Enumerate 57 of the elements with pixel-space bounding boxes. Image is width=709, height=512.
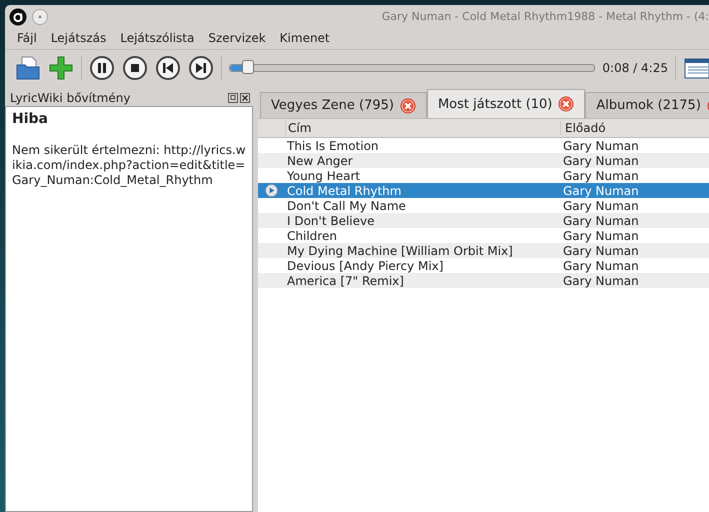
title-cell-text: America [7" Remix] — [286, 274, 405, 288]
track-row[interactable]: Devious [Andy Piercy Mix] Gary Numan — [258, 258, 709, 273]
track-row[interactable]: Young Heart Gary Numan — [258, 168, 709, 183]
column-header[interactable]: Cím — [285, 121, 560, 135]
track-row[interactable]: I Don't Believe Gary Numan — [258, 213, 709, 228]
track-row[interactable]: New Anger Gary Numan — [258, 153, 709, 168]
artist-cell-text: Gary Numan — [562, 274, 640, 288]
title-cell-text: Young Heart — [286, 168, 362, 182]
artist-cell-text: Gary Numan — [562, 154, 640, 168]
track-row[interactable]: America [7" Remix] Gary Numan — [258, 273, 709, 288]
artist-cell-text: Gary Numan — [562, 184, 640, 198]
playlist-tab[interactable]: Most játszott (10) — [426, 89, 586, 118]
artist-cell-text: Gary Numan — [562, 138, 640, 152]
track-row[interactable]: Children Gary Numan — [258, 228, 709, 243]
artist-cell-text: Gary Numan — [562, 228, 640, 242]
menu-item[interactable]: Fájl — [17, 31, 37, 45]
artist-cell-text: Gary Numan — [562, 244, 640, 258]
title-cell-text: Don't Call My Name — [286, 198, 407, 212]
artist-cell-text: Gary Numan — [562, 258, 640, 272]
artist-cell-text: Gary Numan — [562, 214, 640, 228]
pause-icon[interactable] — [89, 55, 115, 81]
float-icon[interactable] — [228, 92, 238, 102]
play-icon — [265, 184, 278, 197]
track-row[interactable]: Cold Metal Rhythm Gary Numan — [258, 183, 709, 198]
title-cell-text: I Don't Believe — [286, 214, 376, 228]
artist-cell-text: Gary Numan — [562, 168, 640, 182]
add-icon[interactable] — [48, 55, 74, 81]
title-cell-text: Devious [Andy Piercy Mix] — [286, 258, 444, 272]
menu-item[interactable]: Lejátszólista — [120, 31, 194, 45]
app-logo-icon[interactable] — [9, 8, 27, 26]
playlist-tab[interactable]: Albumok (2175) — [585, 92, 709, 118]
artist-cell-text: Gary Numan — [562, 198, 640, 212]
stop-icon[interactable] — [122, 55, 148, 81]
close-icon[interactable] — [240, 92, 250, 102]
track-row[interactable]: My Dying Machine [William Orbit Mix] Gary Numan — [258, 243, 709, 258]
title-cell-text: Cold Metal Rhythm — [286, 184, 402, 198]
playlist-tab[interactable]: Vegyes Zene (795) — [260, 92, 427, 118]
title-cell-text: Children — [286, 228, 338, 242]
title-cell-text: This Is Emotion — [286, 138, 380, 152]
column-header[interactable]: Előadó — [560, 121, 709, 135]
title-cell-text: New Anger — [286, 154, 354, 168]
close-icon[interactable] — [400, 98, 416, 114]
track-row[interactable]: This Is Emotion Gary Numan — [258, 138, 709, 153]
menu-item[interactable]: Szervizek — [208, 31, 266, 45]
prev-icon[interactable] — [155, 55, 181, 81]
next-icon[interactable] — [188, 55, 214, 81]
title-cell-text: My Dying Machine [William Orbit Mix] — [286, 244, 514, 258]
panel-title: LyricWiki bővítmény — [10, 90, 130, 104]
folder-icon[interactable] — [15, 55, 41, 81]
error-message: Nem sikerült értelmezni: http://lyrics.wikia.com/index.php?action=edit&title=Gary_Numan:Cold_Metal_Rhythm — [12, 143, 246, 188]
time-display: 0:08 / 4:25 — [602, 61, 668, 75]
window-title: Gary Numan - Cold Metal Rhythm1988 - Metal Rhythm - (4: — [382, 10, 709, 23]
track-row[interactable]: Don't Call My Name Gary Numan — [258, 198, 709, 213]
close-icon[interactable] — [558, 96, 574, 112]
menu-item[interactable]: Kimenet — [280, 31, 330, 45]
error-heading: Hiba — [12, 111, 49, 127]
menu-item[interactable]: Lejátszás — [50, 31, 106, 45]
